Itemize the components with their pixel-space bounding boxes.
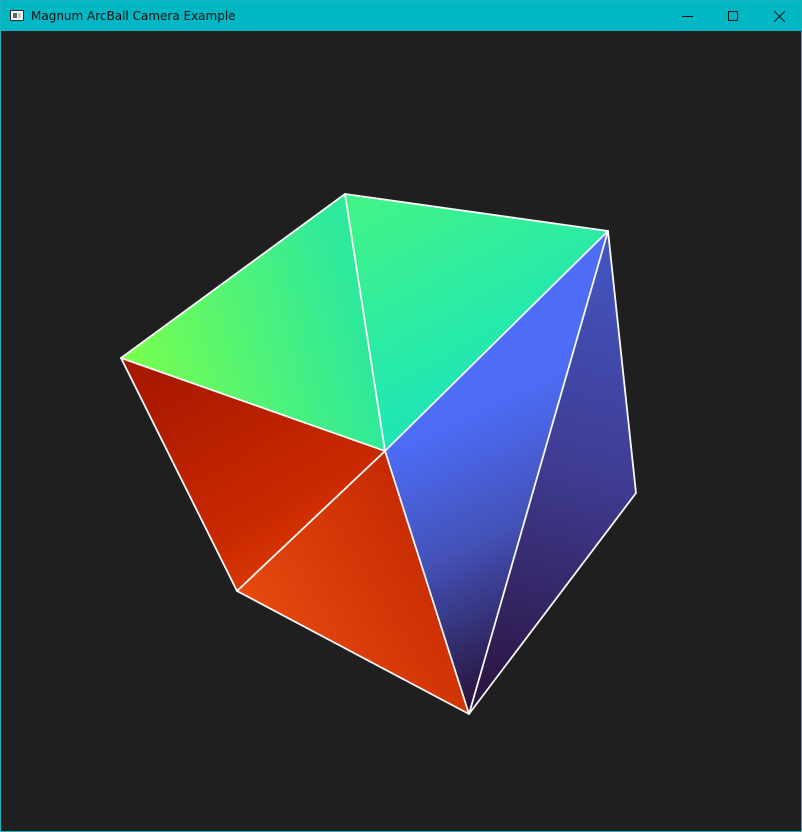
arcball-viewport[interactable]	[1, 31, 801, 831]
minimize-icon	[682, 16, 693, 17]
maximize-button[interactable]	[711, 1, 757, 31]
app-window: Magnum ArcBall Camera Example	[0, 0, 802, 832]
cube-render[interactable]	[1, 31, 801, 831]
maximize-icon	[728, 11, 738, 21]
minimize-button[interactable]	[665, 1, 711, 31]
close-button[interactable]	[757, 1, 801, 31]
title-bar[interactable]: Magnum ArcBall Camera Example	[1, 1, 801, 31]
window-app-icon	[10, 10, 24, 21]
window-title: Magnum ArcBall Camera Example	[31, 9, 236, 23]
close-icon	[773, 10, 786, 23]
